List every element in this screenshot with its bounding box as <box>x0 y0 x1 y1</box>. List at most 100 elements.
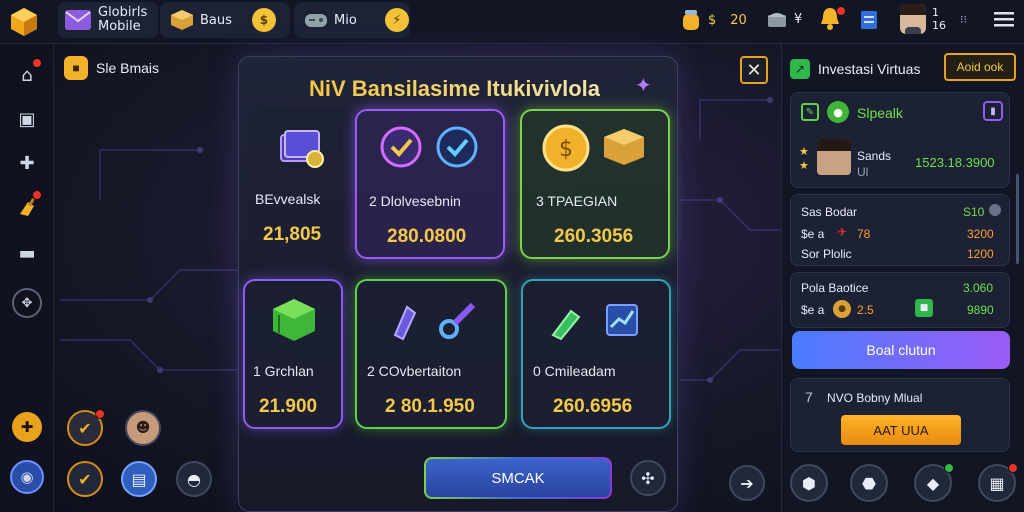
card-5-label: 2 COvbertaiton <box>367 363 462 379</box>
nav-inbox-button[interactable]: ▦ <box>978 463 1018 502</box>
user-circle-icon: ◉ <box>20 468 34 486</box>
pin-icon: ⬣ <box>862 473 876 493</box>
stats-card-2[interactable]: Pola Baotice 3.060 $e a ● 2.5 ■ 9890 <box>790 272 1010 328</box>
edit-icon: ✎ <box>801 103 819 121</box>
rail-settings-button[interactable]: ✥ <box>12 288 42 318</box>
section-header-label: Sle Bmais <box>96 60 160 76</box>
calendar-button[interactable] <box>860 9 878 31</box>
claim-button[interactable]: Boal clutun <box>792 331 1010 369</box>
rail-add-button[interactable]: ✚ <box>12 412 42 442</box>
quick-tick-button[interactable]: ✔ <box>67 461 103 497</box>
investment-card-1[interactable]: BEvvealsk 21,805 <box>249 109 351 259</box>
quick-book-button[interactable]: ▤ <box>121 461 157 497</box>
save-icon: ■ <box>915 299 933 317</box>
gear-icon: ✥ <box>21 295 33 311</box>
offer-card[interactable]: 7 NVO Bobny Mlual AAT UUA <box>790 378 1010 452</box>
profile-button[interactable]: 1 16 ⁝⁝ <box>900 4 967 34</box>
profile-avatar <box>817 139 851 175</box>
stats-2-row-1-value: 3.060 <box>963 281 994 295</box>
profile-card[interactable]: ✎ ● Slpealk ▮ ★ ★ Sands Ul 1523.18.3900 <box>790 92 1010 188</box>
gamepad-icon <box>305 14 327 27</box>
card-4-value: 21.900 <box>259 396 318 417</box>
currency-gems[interactable]: ¥ <box>766 8 802 30</box>
close-icon: ✕ <box>746 59 762 81</box>
currency-coins[interactable]: $ 20 <box>680 8 747 32</box>
notification-button[interactable] <box>818 6 846 32</box>
image-icon: ▣ <box>18 108 36 130</box>
quick-check-button[interactable]: ✔ <box>67 409 105 446</box>
wallet-icon: ▬ <box>18 242 36 264</box>
coin-jar-icon <box>683 10 699 30</box>
cookie-coin-icon: ● <box>833 300 851 318</box>
investment-card-6[interactable]: 0 Cmileadam 260.6956 <box>521 279 671 429</box>
quick-friend-button[interactable]: ☻ <box>125 410 161 446</box>
stats-2-row-2-value: 9890 <box>967 303 994 317</box>
scrollbar[interactable] <box>1016 174 1019 264</box>
card-2-value: 280.0800 <box>387 226 467 247</box>
nav-chip-button[interactable]: ⬢ <box>790 464 828 502</box>
stats-2-row-1-label: Pola Baotice <box>801 281 869 295</box>
offer-number: 7 <box>805 389 813 405</box>
add-funds-button[interactable]: Aoid ook <box>944 53 1016 81</box>
coins-value: 20 <box>730 12 747 28</box>
investment-card-2[interactable]: 2 Dlolvesebnin 280.0800 <box>355 109 505 259</box>
left-rail: ⌂ ▣ ✚ ▬ ✥ ✚ ◉ <box>0 44 54 512</box>
card-5-value: 2 80.1.950 <box>385 396 475 417</box>
card-3-value: 260.3056 <box>554 226 634 247</box>
rail-wallet-button[interactable]: ▬ <box>12 238 42 268</box>
investment-card-4[interactable]: 1 Grchlan 21.900 <box>243 279 343 429</box>
app-tab-mobile[interactable]: Globirls Mobile <box>58 2 158 38</box>
person-icon: ☻ <box>135 420 151 436</box>
app-logo[interactable] <box>8 6 40 38</box>
profile-card-title: Slpealk <box>857 105 903 121</box>
tab-mio[interactable]: Mio ⚡ <box>294 2 410 38</box>
sparkle-icon: ✦ <box>635 73 652 97</box>
cube-logo-icon <box>11 8 37 36</box>
nav-diamond-badge <box>944 463 954 473</box>
rail-tools-button[interactable]: ✚ <box>12 148 42 178</box>
investment-card-5[interactable]: 2 COvbertaiton 2 80.1.950 <box>355 279 507 429</box>
profile-subtitle: Ul <box>857 165 869 179</box>
investment-card-3[interactable]: $ 3 TPAEGIAN 260.3056 <box>520 109 670 259</box>
tools-icon: ✚ <box>19 152 35 174</box>
menu-button[interactable] <box>994 11 1014 27</box>
profile-amount: 1523.18.3900 <box>915 155 995 170</box>
chip-icon: ⬢ <box>802 473 816 493</box>
profile-level-bottom: 16 <box>932 19 946 32</box>
rocket-icon: ✈ <box>837 225 848 239</box>
stats-card-1[interactable]: Sas Bodar S10 $e a ✈ 78 3200 Sor Plolic … <box>790 194 1010 266</box>
nav-pin-button[interactable]: ⬣ <box>850 464 888 502</box>
coins-label: $ <box>708 12 717 28</box>
share-button[interactable]: ✣ <box>630 460 666 496</box>
chart-report-icon <box>551 304 638 341</box>
rail-broom-button[interactable] <box>12 190 42 222</box>
next-button[interactable]: ➔ <box>729 465 765 501</box>
rail-profile-button[interactable]: ◉ <box>10 460 44 494</box>
task-icon: ■ <box>64 56 88 80</box>
rail-image-button[interactable]: ▣ <box>12 104 42 134</box>
investment-modal: NiV Bansilasime Itukivivlola ✦ BEvvealsk… <box>238 56 678 512</box>
offer-button[interactable]: AAT UUA <box>841 415 961 445</box>
stats-1-row-2-mid: 78 <box>857 227 871 241</box>
stats-1-row-3-label: Sor Plolic <box>801 247 852 261</box>
section-header[interactable]: ■ Sle Bmais <box>64 56 159 80</box>
tab-baus-label: Baus <box>200 12 232 28</box>
ledger-icon <box>280 130 324 168</box>
quick-helmet-button[interactable]: ◓ <box>176 461 212 497</box>
rail-broom-badge <box>32 190 42 200</box>
card-2-label: 2 Dlolvesebnin <box>369 193 461 209</box>
home-icon: ⌂ <box>21 64 33 86</box>
rail-home-button[interactable]: ⌂ <box>12 58 42 90</box>
nav-diamond-button[interactable]: ◆ <box>914 463 954 502</box>
close-button[interactable]: ✕ <box>740 56 768 84</box>
stats-1-row-1-label: Sas Bodar <box>801 205 858 219</box>
grid-dots-icon: ⁝⁝ <box>960 12 967 26</box>
tab-baus[interactable]: Baus $ <box>160 2 290 38</box>
primary-action-button[interactable]: SMCAK <box>424 457 612 499</box>
right-panel: ↗ Investasi Virtuas Aoid ook ✎ ● Slpealk… <box>781 44 1024 512</box>
card-6-label: 0 Cmileadam <box>533 363 616 379</box>
notification-badge <box>836 6 846 16</box>
nav-inbox-badge <box>1008 463 1018 473</box>
tab-mio-label: Mio <box>334 12 357 28</box>
stats-1-row-2-value: 3200 <box>967 227 994 241</box>
